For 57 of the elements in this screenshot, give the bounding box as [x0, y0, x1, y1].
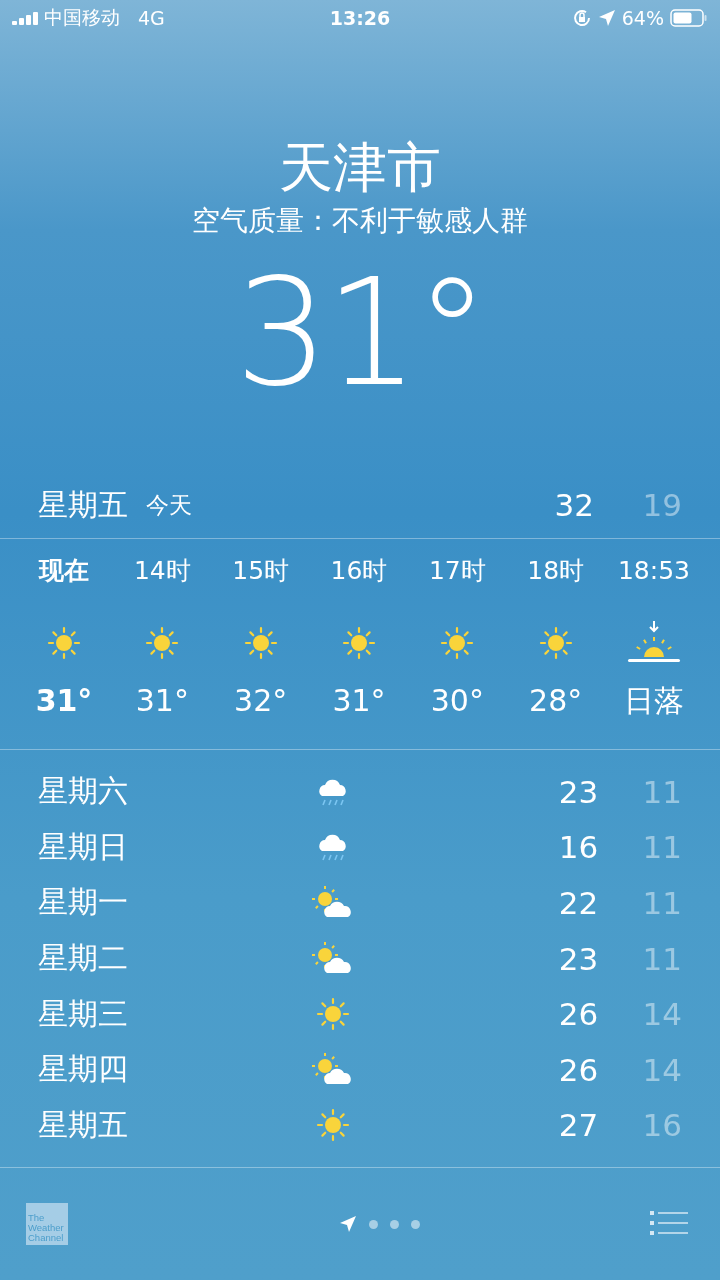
low-temperature: 19	[641, 487, 682, 523]
list-icon[interactable]	[650, 1211, 688, 1238]
day-name: 星期六	[38, 772, 129, 811]
hour-temperature: 日落	[623, 682, 684, 720]
day-name: 星期三	[38, 994, 129, 1033]
location-arrow-icon	[597, 9, 616, 27]
weather-channel-logo[interactable]: The Weather Channel	[26, 1203, 68, 1246]
hour-label: 15时	[232, 555, 290, 587]
day-name: 星期一	[38, 883, 129, 922]
hour-label: 现在	[39, 555, 89, 587]
hour-label: 14时	[133, 555, 191, 587]
hour-temperature: 31°	[35, 682, 93, 720]
low-temperature: 11	[641, 940, 682, 977]
air-quality: 空气质量：不利于敏感人群	[192, 204, 528, 238]
battery-icon	[670, 9, 708, 27]
high-temperature: 22	[557, 885, 599, 921]
hour-label: 16时	[330, 555, 388, 587]
high-temperature: 26	[557, 1051, 599, 1088]
day-name: 星期四	[38, 1050, 129, 1089]
city-name: 天津市	[279, 135, 441, 201]
day-name: 星期二	[38, 939, 129, 978]
hour-label: 18:53	[617, 555, 690, 587]
location-arrow-icon[interactable]	[338, 1215, 357, 1234]
page-dot[interactable]	[368, 1219, 378, 1229]
current-temperature: 31°	[234, 246, 486, 421]
page-dot[interactable]	[410, 1219, 420, 1229]
low-temperature: 14	[641, 996, 682, 1033]
high-temperature: 32	[553, 487, 594, 523]
rotation-lock-icon	[571, 8, 592, 28]
day-name: 星期日	[38, 827, 129, 866]
low-temperature: 11	[641, 885, 682, 921]
day-name: 星期五	[38, 1105, 129, 1144]
network-type: 4G	[138, 7, 165, 29]
today-label: 今天	[146, 490, 192, 520]
hour-temperature: 31°	[332, 682, 386, 720]
carrier-name: 中国移动	[44, 5, 120, 30]
low-temperature: 11	[641, 773, 682, 810]
high-temperature: 26	[557, 996, 599, 1033]
hour-temperature: 28°	[529, 682, 583, 720]
hour-label: 18时	[527, 555, 585, 587]
hour-temperature: 31°	[135, 682, 189, 720]
high-temperature: 16	[557, 829, 599, 866]
sunset-icon	[625, 619, 682, 663]
high-temperature: 27	[557, 1107, 599, 1144]
clock-time: 13:26	[329, 7, 391, 29]
battery-percent: 64%	[621, 7, 664, 29]
high-temperature: 23	[557, 940, 599, 977]
high-temperature: 23	[557, 773, 599, 810]
hour-temperature: 30°	[430, 682, 484, 720]
hour-label: 17时	[428, 555, 486, 587]
day-name: 星期五	[38, 485, 128, 524]
signal-icon	[12, 11, 38, 25]
low-temperature: 16	[641, 1107, 682, 1144]
low-temperature: 11	[641, 829, 682, 866]
page-dot[interactable]	[389, 1219, 399, 1229]
hour-temperature: 32°	[234, 682, 288, 720]
low-temperature: 14	[641, 1051, 682, 1088]
